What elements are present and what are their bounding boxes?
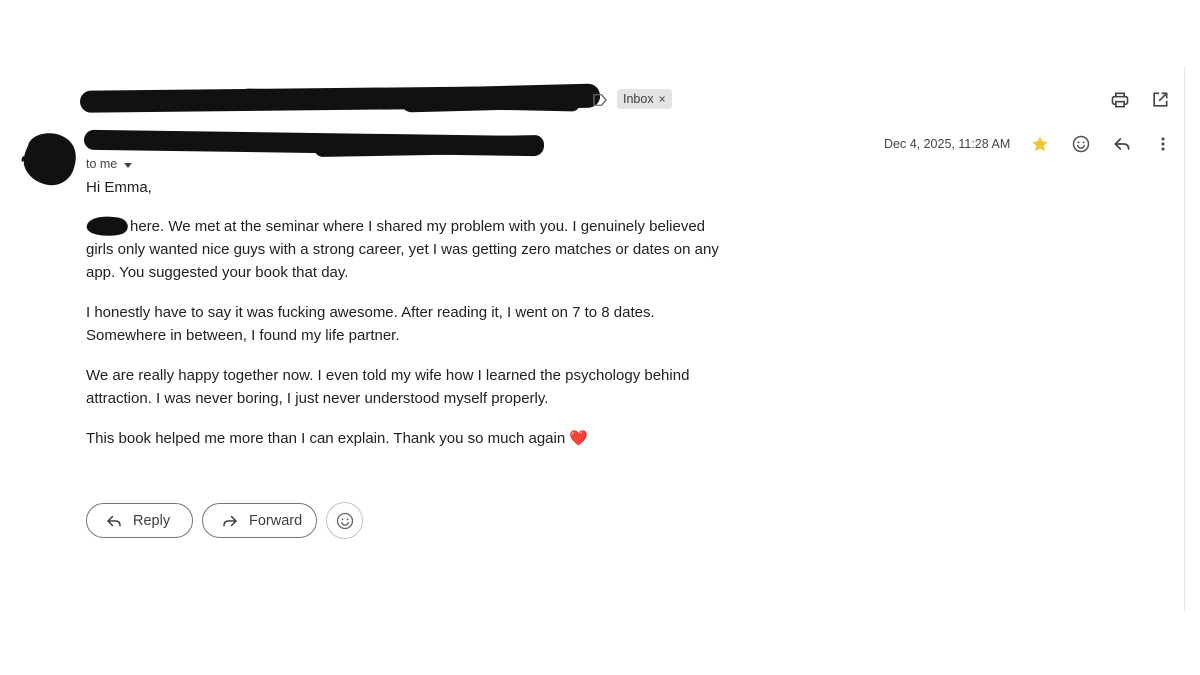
pane-divider <box>1184 66 1185 611</box>
reply-button-label: Reply <box>133 512 171 529</box>
message-paragraph: I honestly have to say it was fucking aw… <box>86 304 655 344</box>
subject-line: Inbox × <box>79 83 680 114</box>
label-chip-inbox[interactable]: Inbox × <box>617 89 672 109</box>
label-chip-text: Inbox <box>623 92 654 106</box>
label-outline-icon[interactable] <box>591 91 609 109</box>
star-icon[interactable] <box>1028 132 1052 156</box>
forward-button[interactable]: Forward <box>202 503 317 538</box>
reply-button[interactable]: Reply <box>86 503 193 538</box>
sender-redaction <box>83 129 548 158</box>
emoji-icon <box>335 511 355 531</box>
reply-icon <box>105 512 123 530</box>
forward-icon <box>221 512 239 530</box>
message-actions: Reply Forward <box>86 502 363 539</box>
message-greeting: Hi Emma, <box>86 179 152 196</box>
open-in-new-icon[interactable] <box>1148 88 1172 112</box>
message-paragraph: This book helped me more than I can expl… <box>86 427 726 450</box>
message-paragraph: We are really happy together now. I even… <box>86 367 690 407</box>
message-body: Hi Emma, here. We met at the seminar whe… <box>86 176 726 467</box>
reply-icon[interactable] <box>1110 132 1134 156</box>
forward-button-label: Forward <box>249 512 303 529</box>
add-reaction-button[interactable] <box>326 502 363 539</box>
paragraph-text: This book helped me more than I can expl… <box>86 430 566 447</box>
paragraph-text: here. We met at the seminar where I shar… <box>86 218 719 281</box>
thread-actions <box>1108 88 1172 112</box>
recipient-line: to me <box>86 157 118 171</box>
avatar[interactable] <box>20 128 78 188</box>
message-paragraph: here. We met at the seminar where I shar… <box>86 215 726 284</box>
more-vert-icon[interactable] <box>1151 132 1175 156</box>
emoji-icon[interactable] <box>1069 132 1093 156</box>
message-date: Dec 4, 2025, 11:28 AM <box>884 137 1011 151</box>
message-meta: Dec 4, 2025, 11:28 AM <box>884 132 1175 156</box>
recipient-details-toggle[interactable]: to me <box>86 157 133 171</box>
name-redaction <box>86 215 130 237</box>
chevron-down-icon <box>124 162 133 168</box>
print-icon[interactable] <box>1108 88 1132 112</box>
remove-label-button[interactable]: × <box>659 89 666 109</box>
heart-emoji: ❤️ <box>569 430 589 447</box>
